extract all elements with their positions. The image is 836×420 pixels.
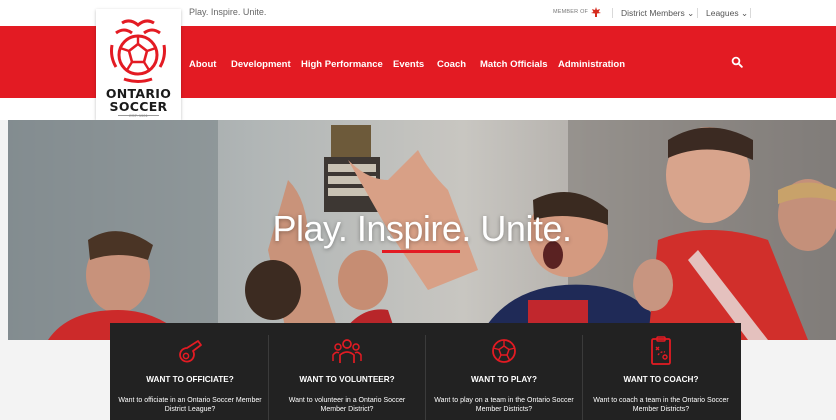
- hero-banner: Play. Inspire. Unite.: [8, 120, 836, 340]
- card-title: WANT TO VOLUNTEER?: [299, 375, 395, 384]
- cta-card-officiate[interactable]: WANT TO OFFICIATE? Want to officiate in …: [112, 323, 268, 420]
- divider: [750, 8, 751, 18]
- leagues-dropdown[interactable]: Leagues ⌄: [706, 8, 748, 19]
- card-title: WANT TO COACH?: [623, 375, 699, 384]
- nav-item-about[interactable]: About: [189, 59, 216, 70]
- card-description: Want to volunteer in a Ontario Soccer Me…: [288, 397, 406, 413]
- card-description: Want to play on a team in the Ontario So…: [434, 397, 574, 413]
- card-description: Want to officiate in an Ontario Soccer M…: [118, 397, 262, 413]
- member-of-label: MEMBER OF: [553, 9, 589, 15]
- volunteers-icon: [332, 339, 362, 363]
- soccer-ball-icon: [492, 339, 516, 363]
- hero-title: Play. Inspire. Unite.: [272, 208, 572, 249]
- hero-title-underline: [382, 250, 460, 253]
- divider: [697, 8, 698, 18]
- district-members-dropdown[interactable]: District Members ⌄: [621, 8, 694, 19]
- cta-card-volunteer[interactable]: WANT TO VOLUNTEER? Want to volunteer in …: [269, 323, 425, 420]
- nav-item-coach[interactable]: Coach: [437, 59, 466, 70]
- cta-card-coach[interactable]: WANT TO COACH? Want to coach a team in t…: [583, 323, 739, 420]
- nav-item-events[interactable]: Events: [393, 59, 424, 70]
- nav-item-match-officials[interactable]: Match Officials: [480, 59, 548, 70]
- cta-card-strip: WANT TO OFFICIATE? Want to officiate in …: [110, 323, 741, 420]
- canada-soccer-logo-icon[interactable]: [590, 6, 602, 18]
- tactics-board-icon: [651, 336, 671, 365]
- ontario-soccer-logo[interactable]: ONTARIO SOCCER EST. 1901: [96, 9, 181, 120]
- logo-wordmark-line2: SOCCER: [109, 99, 168, 114]
- card-title: WANT TO OFFICIATE?: [146, 375, 234, 384]
- header-tagline: Play. Inspire. Unite.: [189, 7, 267, 17]
- nav-item-high-performance[interactable]: High Performance: [301, 59, 383, 70]
- card-title: WANT TO PLAY?: [471, 375, 537, 384]
- nav-item-administration[interactable]: Administration: [558, 59, 625, 70]
- ontario-soccer-crest-icon: [110, 19, 166, 83]
- nav-item-development[interactable]: Development: [231, 59, 291, 70]
- whistle-icon: [179, 340, 202, 363]
- cta-card-play[interactable]: WANT TO PLAY? Want to play on a team in …: [426, 323, 582, 420]
- card-description: Want to coach a team in the Ontario Socc…: [593, 397, 729, 413]
- logo-established-year: EST. 1901: [129, 113, 148, 118]
- search-icon[interactable]: [731, 56, 743, 68]
- divider: [612, 8, 613, 18]
